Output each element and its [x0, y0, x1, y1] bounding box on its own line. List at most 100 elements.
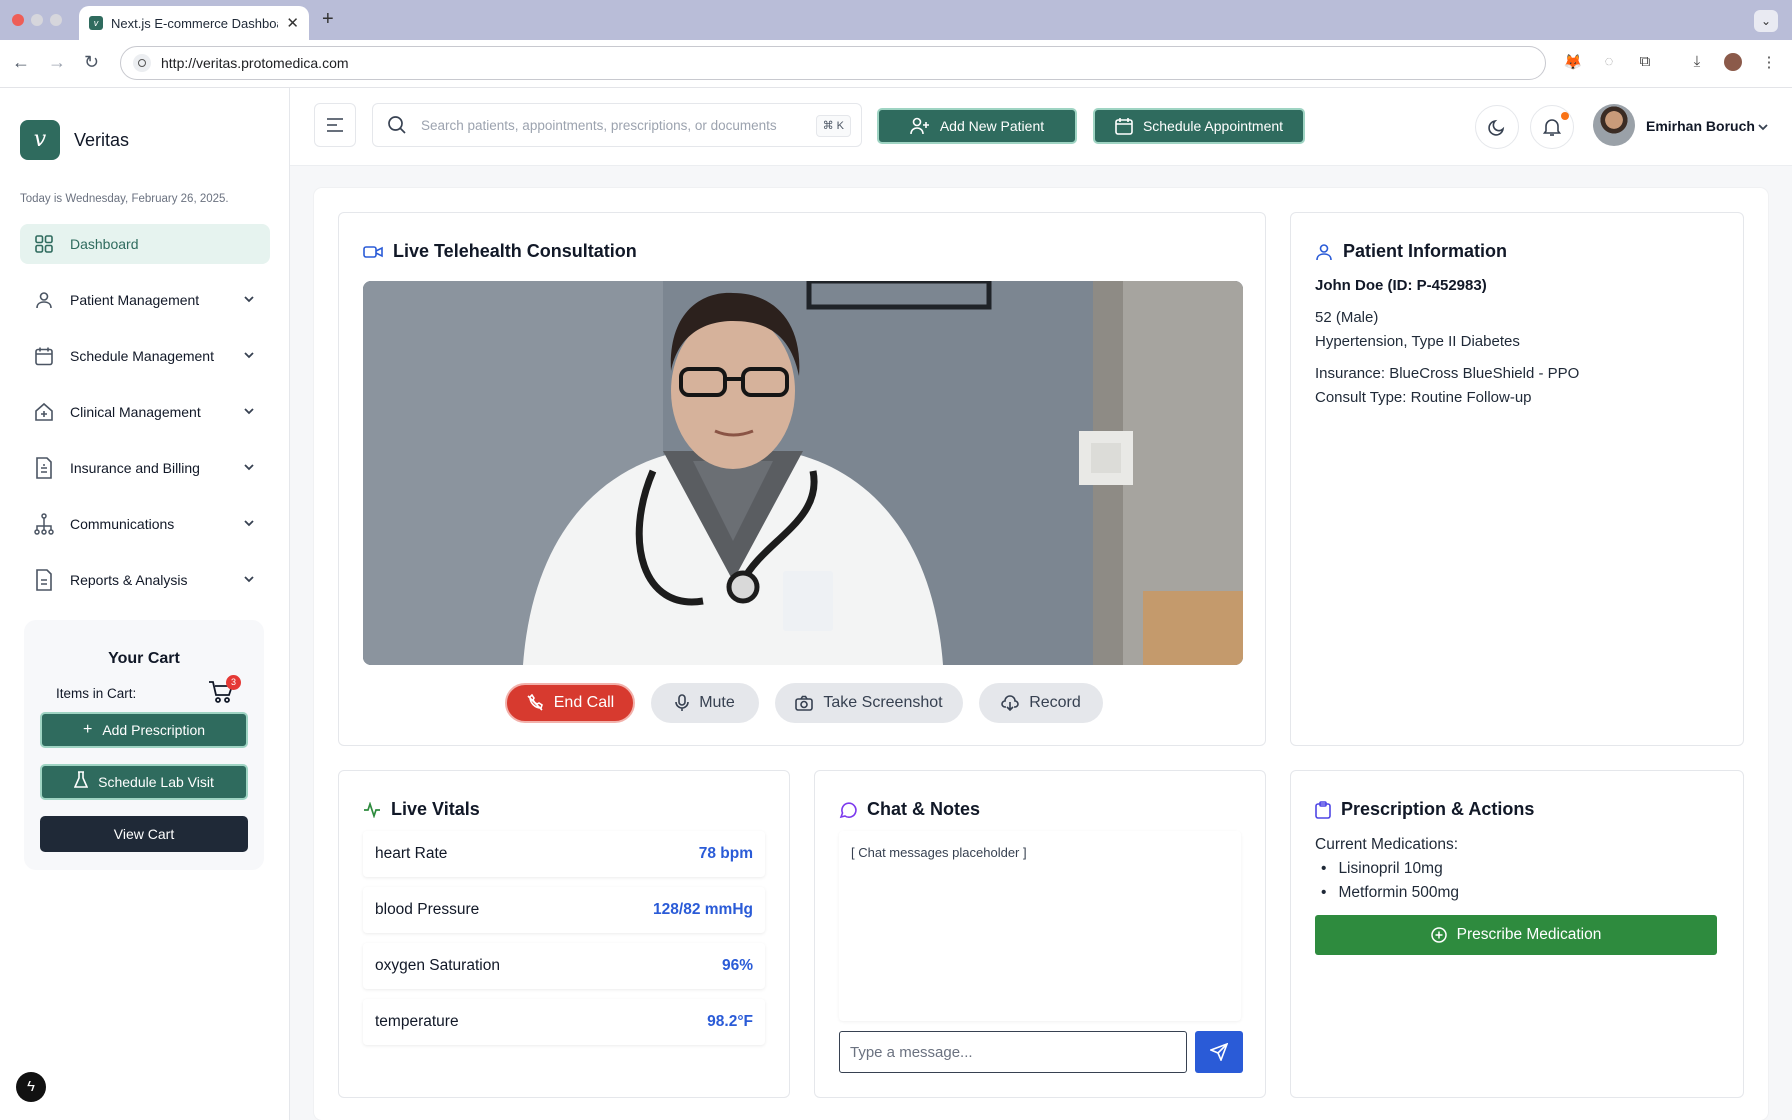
schedule-appointment-button[interactable]: Schedule Appointment: [1093, 108, 1305, 144]
add-prescription-button[interactable]: + Add Prescription: [40, 712, 248, 748]
chevron-down-icon: [244, 520, 254, 527]
sidebar-item-dashboard[interactable]: Dashboard: [20, 224, 270, 264]
sidebar-nav: Dashboard Patient Management Schedule Ma…: [20, 224, 270, 616]
address-bar[interactable]: http://veritas.protomedica.com: [120, 46, 1546, 80]
tab-title: Next.js E-commerce Dashboard: [111, 15, 279, 31]
search-icon: [388, 116, 406, 134]
brand[interactable]: v Veritas: [20, 120, 129, 160]
take-screenshot-label: Take Screenshot: [823, 694, 943, 711]
sidebar-item-communications[interactable]: Communications: [20, 504, 270, 544]
maximize-window-button[interactable]: [50, 14, 62, 26]
chevron-down-icon: [244, 408, 254, 415]
browser-menu-icon[interactable]: ⋮: [1758, 53, 1780, 75]
reload-icon[interactable]: ↻: [84, 52, 99, 73]
add-prescription-label: Add Prescription: [102, 722, 206, 738]
forward-icon[interactable]: →: [48, 52, 66, 73]
cart-title: Your Cart: [108, 650, 180, 667]
invoice-icon: [34, 457, 54, 479]
loading-extension-icon[interactable]: ◌: [1598, 53, 1620, 75]
download-icon[interactable]: ⤓: [1686, 53, 1708, 75]
back-icon[interactable]: ←: [12, 52, 30, 73]
close-tab-icon[interactable]: ✕: [286, 14, 299, 32]
cloud-download-icon: [1001, 695, 1019, 711]
vital-row: heart Rate 78 bpm: [363, 831, 765, 877]
search-shortcut: ⌘ K: [815, 115, 851, 137]
user-name[interactable]: Emirhan Boruch: [1646, 118, 1755, 134]
vital-label: blood Pressure: [375, 901, 480, 918]
mute-label: Mute: [699, 694, 735, 711]
prescription-card: Prescription & Actions Current Medicatio…: [1290, 770, 1744, 1098]
message-input[interactable]: Type a message...: [839, 1031, 1187, 1073]
clinic-icon: [34, 402, 54, 422]
live-vitals-card: Live Vitals heart Rate 78 bpm blood Pres…: [338, 770, 790, 1098]
take-screenshot-button[interactable]: Take Screenshot: [775, 683, 963, 723]
minimize-window-button[interactable]: [31, 14, 43, 26]
record-label: Record: [1029, 694, 1081, 711]
profile-avatar-icon[interactable]: [1722, 53, 1744, 75]
vital-value: 98.2°F: [707, 1013, 753, 1030]
telehealth-card: Live Telehealth Consultation End Call Mu…: [338, 212, 1266, 746]
patient-insurance: Insurance: BlueCross BlueShield - PPO: [1315, 365, 1580, 382]
sidebar-item-label: Patient Management: [70, 292, 200, 308]
favicon-icon: v: [89, 16, 103, 30]
vital-value: 128/82 mmHg: [653, 901, 753, 918]
current-medications: Current Medications: Lisinopril 10mg Met…: [1315, 833, 1459, 905]
user-avatar[interactable]: [1593, 104, 1635, 146]
video-feed: [363, 281, 1243, 665]
new-tab-icon[interactable]: +: [322, 8, 334, 31]
prescription-title: Prescription & Actions: [1315, 799, 1534, 820]
chevron-down-icon[interactable]: [1756, 120, 1770, 134]
view-cart-button[interactable]: View Cart: [40, 816, 248, 852]
prescription-title-text: Prescription & Actions: [1341, 799, 1535, 819]
send-message-button[interactable]: [1195, 1031, 1243, 1073]
cart-count-badge: 3: [226, 675, 241, 690]
sidebar-item-insurance-billing[interactable]: Insurance and Billing: [20, 448, 270, 488]
sidebar-item-patient-management[interactable]: Patient Management: [20, 280, 270, 320]
telehealth-title: Live Telehealth Consultation: [363, 241, 637, 262]
brand-name: Veritas: [74, 129, 130, 150]
chevron-down-icon: [244, 352, 254, 359]
add-new-patient-button[interactable]: Add New Patient: [877, 108, 1077, 144]
metamask-extension-icon[interactable]: 🦊: [1562, 53, 1584, 75]
sidebar-item-reports-analysis[interactable]: Reports & Analysis: [20, 560, 270, 600]
sidebar-item-schedule-management[interactable]: Schedule Management: [20, 336, 270, 376]
extensions-puzzle-icon[interactable]: ⧉: [1634, 53, 1656, 75]
search-input[interactable]: Search patients, appointments, prescript…: [421, 118, 777, 133]
camera-icon: [795, 695, 814, 711]
moon-icon: [1488, 119, 1505, 136]
network-icon: [34, 513, 54, 535]
end-call-button[interactable]: End Call: [505, 683, 635, 723]
notification-dot: [1561, 112, 1569, 120]
vital-value: 78 bpm: [698, 845, 753, 862]
tab-menu-chevron-icon[interactable]: ⌄: [1754, 10, 1778, 32]
menu-toggle-button[interactable]: [314, 103, 356, 147]
site-info-icon[interactable]: [133, 54, 151, 72]
schedule-lab-visit-button[interactable]: Schedule Lab Visit: [40, 764, 248, 800]
send-icon: [1210, 1043, 1228, 1061]
end-call-label: End Call: [553, 694, 615, 711]
dark-mode-toggle[interactable]: [1475, 105, 1519, 149]
activity-icon: [363, 801, 381, 818]
chevron-down-icon: [244, 296, 254, 303]
prescribe-medication-button[interactable]: Prescribe Medication: [1315, 915, 1717, 955]
vital-label: oxygen Saturation: [375, 957, 500, 974]
search-bar[interactable]: Search patients, appointments, prescript…: [372, 103, 862, 147]
sidebar-item-clinical-management[interactable]: Clinical Management: [20, 392, 270, 432]
notifications-button[interactable]: [1530, 105, 1574, 149]
vital-label: heart Rate: [375, 845, 448, 862]
sidebar-item-label: Reports & Analysis: [70, 572, 188, 588]
browser-tab[interactable]: v Next.js E-commerce Dashboard ✕: [79, 6, 309, 40]
patient-info-title: Patient Information: [1315, 241, 1507, 262]
add-new-patient-label: Add New Patient: [939, 118, 1045, 134]
telehealth-title-text: Live Telehealth Consultation: [393, 241, 637, 261]
calendar-icon: [34, 346, 54, 366]
live-vitals-title: Live Vitals: [363, 799, 480, 820]
close-window-button[interactable]: [12, 14, 24, 26]
record-button[interactable]: Record: [979, 683, 1103, 723]
browser-tab-strip: v Next.js E-commerce Dashboard ✕ + ⌄: [0, 0, 1792, 40]
mute-button[interactable]: Mute: [651, 683, 759, 723]
patient-age-sex: 52 (Male): [1315, 309, 1379, 326]
vital-row: oxygen Saturation 96%: [363, 943, 765, 989]
lightning-bolt-icon[interactable]: ϟ: [16, 1072, 46, 1102]
report-icon: [34, 569, 54, 591]
